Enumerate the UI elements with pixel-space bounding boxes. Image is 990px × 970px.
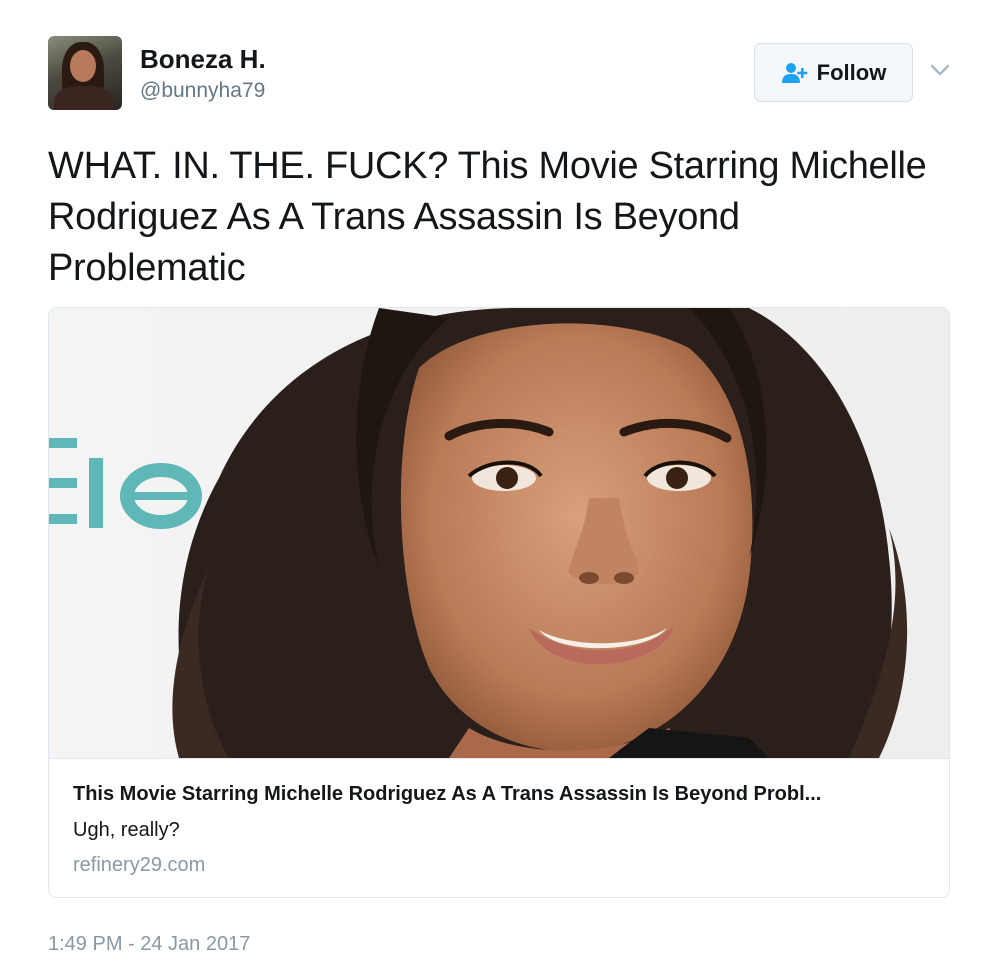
card-title: This Movie Starring Michelle Rodriguez A… <box>73 783 822 805</box>
card-body: This Movie Starring Michelle Rodriguez A… <box>49 758 949 897</box>
card-description: Ugh, really? <box>73 819 180 841</box>
follow-button[interactable]: Follow <box>754 43 913 102</box>
follow-button-label: Follow <box>816 59 887 85</box>
link-card[interactable]: This Movie Starring Michelle Rodriguez A… <box>48 307 950 898</box>
chevron-down-icon[interactable] <box>928 60 952 80</box>
card-image <box>49 308 949 758</box>
tweet-timestamp[interactable]: 1:49 PM - 24 Jan 2017 <box>48 931 250 957</box>
author-avatar[interactable] <box>48 36 122 110</box>
author-display-name[interactable]: Boneza H. <box>140 44 266 74</box>
avatar-body <box>54 86 114 110</box>
add-user-icon <box>781 62 809 84</box>
author-handle[interactable]: @bunnyha79 <box>140 79 265 103</box>
avatar-face <box>70 50 96 82</box>
tweet-text: WHAT. IN. THE. FUCK? This Movie Starring… <box>48 145 927 289</box>
card-domain: refinery29.com <box>73 854 206 876</box>
